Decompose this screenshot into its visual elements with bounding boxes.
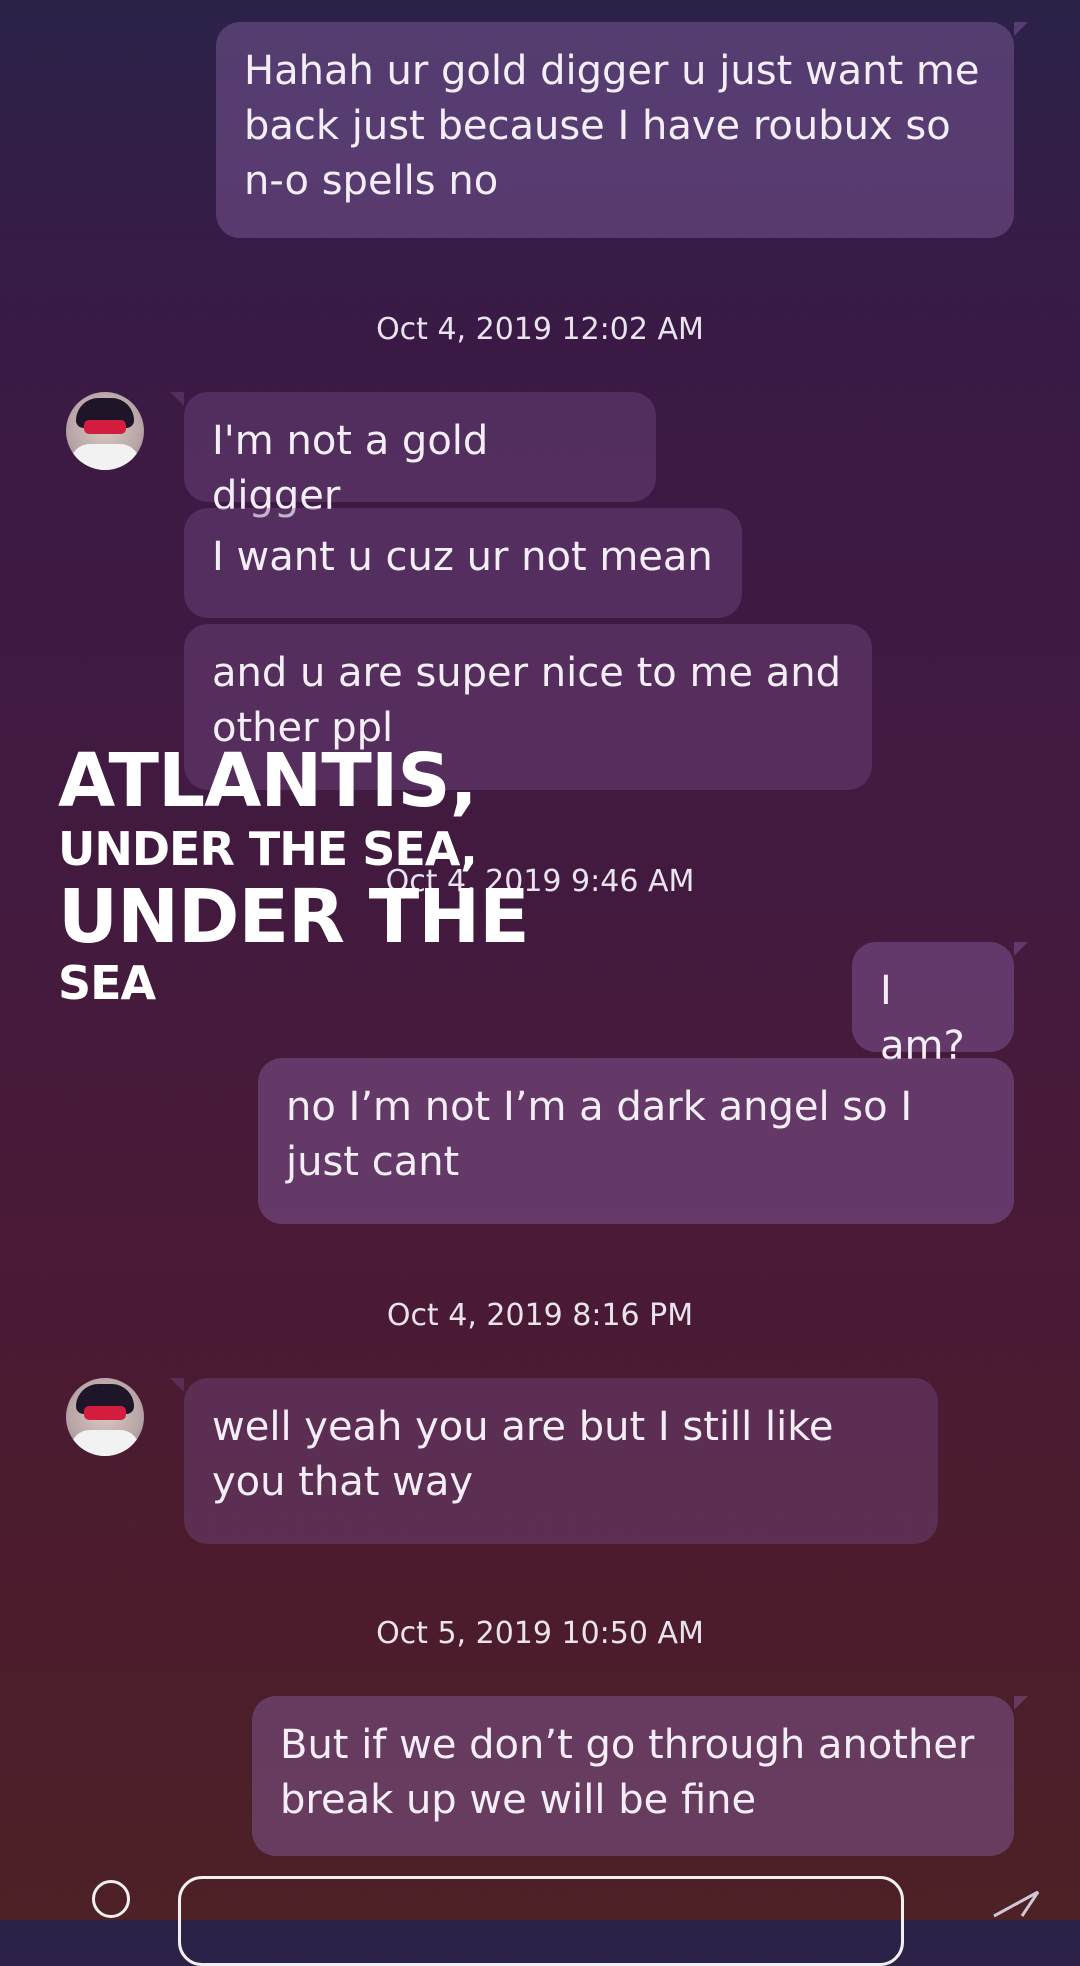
message-bubble-incoming[interactable]: I'm not a gold digger xyxy=(170,392,656,519)
timestamp: Oct 5, 2019 10:50 AM xyxy=(376,1616,704,1651)
timestamp: Oct 4, 2019 12:02 AM xyxy=(376,312,704,347)
emoji-icon[interactable] xyxy=(92,1880,130,1918)
message-text: I'm not a gold digger xyxy=(212,418,489,519)
message-text: well yeah you are but I still like you t… xyxy=(212,1404,834,1505)
message-text: and u are super nice to me and other ppl xyxy=(212,650,841,751)
message-text: Hahah ur gold digger u just want me back… xyxy=(244,48,980,204)
message-text: But if we don’t go through another break… xyxy=(280,1722,975,1823)
avatar-icon[interactable] xyxy=(66,392,144,470)
message-bubble-incoming[interactable]: I want u cuz ur not mean xyxy=(184,508,742,618)
message-bubble-outgoing[interactable]: Hahah ur gold digger u just want me back… xyxy=(216,22,1028,238)
overlay-title-line4: SEA xyxy=(58,956,156,1010)
overlay-title-line2: UNDER THE SEA, xyxy=(58,822,478,876)
message-bubble-outgoing[interactable]: But if we don’t go through another break… xyxy=(252,1696,1028,1856)
message-bubble-incoming[interactable]: well yeah you are but I still like you t… xyxy=(170,1378,938,1544)
message-bubble-outgoing[interactable]: I am? xyxy=(852,942,1028,1069)
message-input[interactable] xyxy=(178,1876,904,1966)
overlay-title-line3: UNDER THE xyxy=(58,874,530,960)
timestamp: Oct 4, 2019 8:16 PM xyxy=(386,1298,694,1333)
message-text: no I’m not I’m a dark angel so I just ca… xyxy=(286,1084,913,1185)
avatar-icon[interactable] xyxy=(66,1378,144,1456)
message-text: I am? xyxy=(880,968,965,1069)
send-icon[interactable] xyxy=(992,1888,1042,1918)
overlay-title-line1: ATLANTIS, xyxy=(58,738,478,824)
message-text: I want u cuz ur not mean xyxy=(212,534,713,580)
message-bubble-outgoing[interactable]: no I’m not I’m a dark angel so I just ca… xyxy=(258,1058,1014,1224)
